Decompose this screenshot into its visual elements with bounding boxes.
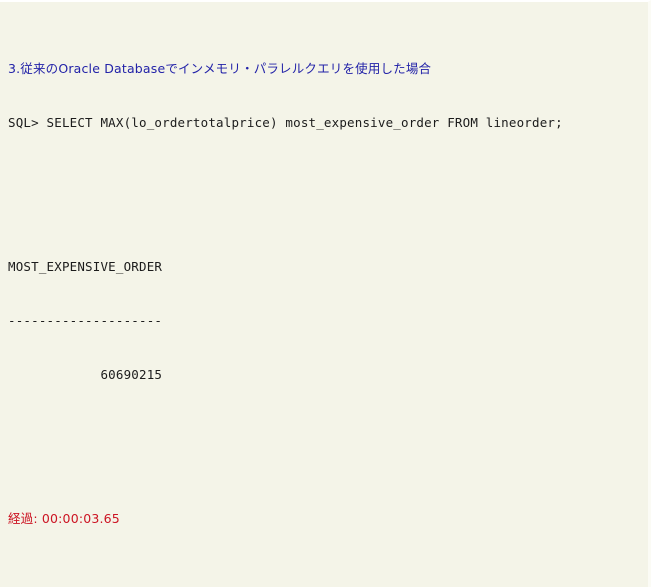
result-header-rule: -------------------- xyxy=(8,313,163,328)
sql-statement-line: SQL> SELECT MAX(lo_ordertotalprice) most… xyxy=(8,115,563,130)
console-output: 3.従来のOracle Databaseでインメモリ・パラレルクエリを使用した場… xyxy=(8,6,648,587)
section-title: 3.従来のOracle Databaseでインメモリ・パラレルクエリを使用した場… xyxy=(8,61,432,76)
result-value-row: 60690215 xyxy=(8,367,163,382)
elapsed-time: 経過: 00:00:03.65 xyxy=(8,511,120,526)
result-column-header: MOST_EXPENSIVE_ORDER xyxy=(8,259,163,274)
terminal-screen: 3.従来のOracle Databaseでインメモリ・パラレルクエリを使用した場… xyxy=(0,0,651,587)
